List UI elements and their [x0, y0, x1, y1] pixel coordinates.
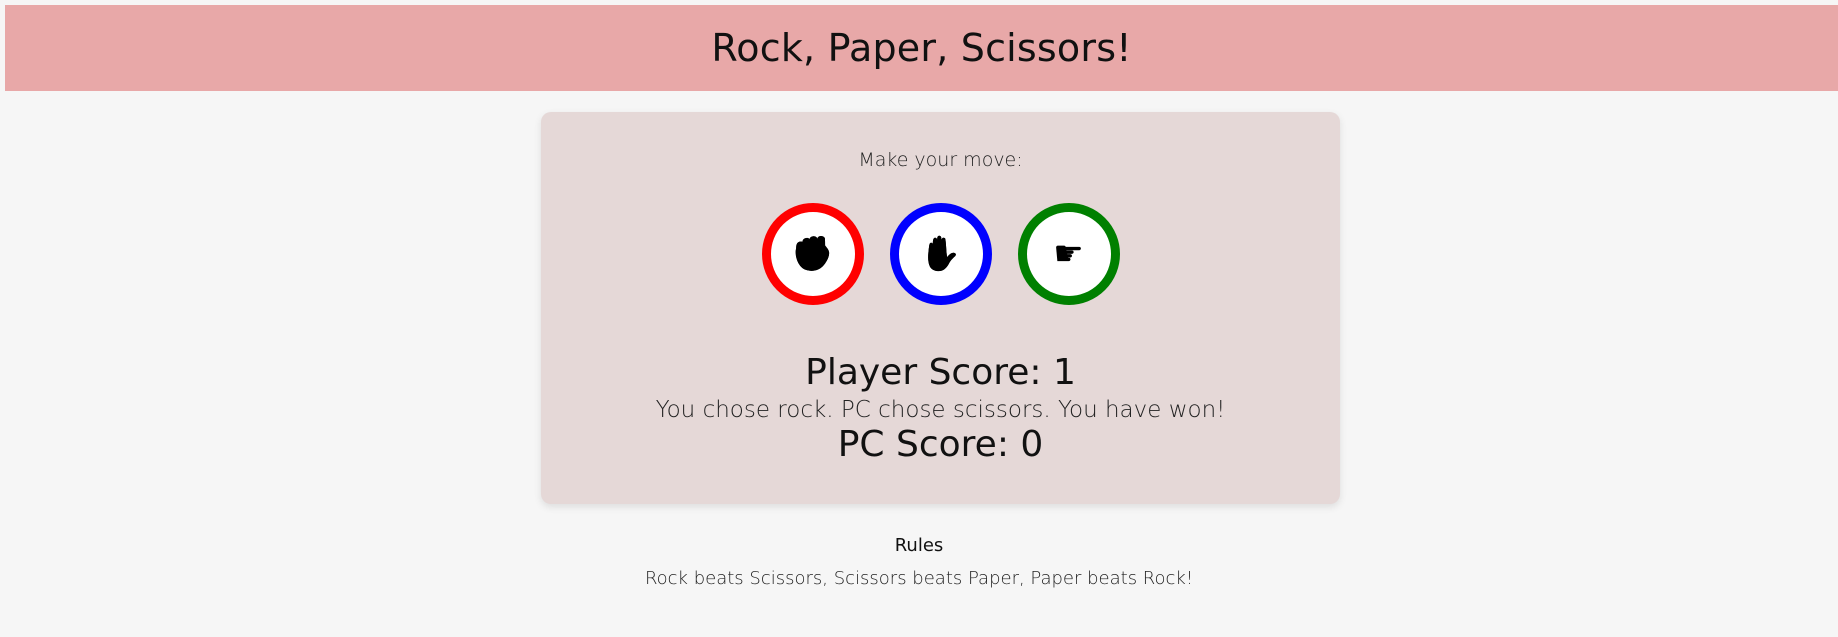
round-result: You chose rock. PC chose scissors. You h… — [655, 397, 1226, 423]
rules-text: Rock beats Scissors, Scissors beats Pape… — [644, 568, 1194, 589]
move-prompt: Make your move: — [858, 149, 1023, 171]
paper-button[interactable]: ✋ — [889, 203, 992, 305]
choice-buttons: ✊ ✋ ☛ — [541, 203, 1340, 305]
page-title: Rock, Paper, Scissors! — [711, 26, 1132, 70]
player-score: Player Score: 1 — [805, 352, 1076, 393]
scissors-button[interactable]: ☛ — [1017, 203, 1120, 305]
rules-title: Rules — [894, 535, 944, 556]
pointing-hand-icon: ☛ — [1053, 235, 1084, 273]
game-panel: Make your move: ✊ ✋ ☛ Player Score: 1 Yo… — [541, 112, 1340, 504]
page-header: Rock, Paper, Scissors! — [5, 5, 1838, 91]
rock-button[interactable]: ✊ — [761, 203, 864, 305]
pc-score: PC Score: 0 — [837, 424, 1044, 465]
open-hand-icon: ✋ — [919, 235, 962, 273]
fist-icon: ✊ — [791, 235, 834, 273]
